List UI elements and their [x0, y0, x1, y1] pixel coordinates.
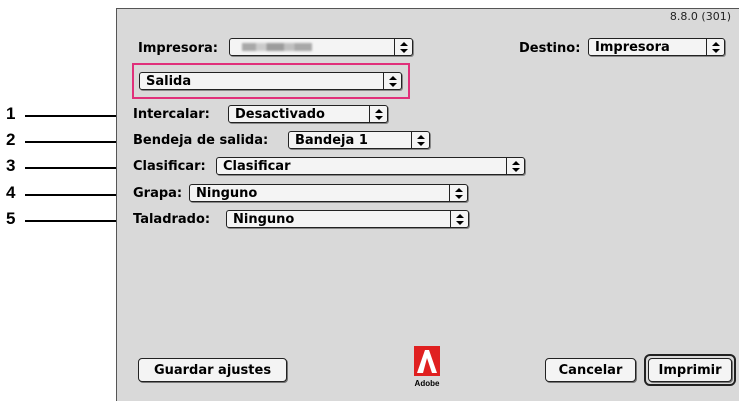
output-tray-label: Bendeja de salida:	[133, 133, 269, 148]
callout-4: 4	[6, 183, 16, 202]
save-settings-button[interactable]: Guardar ajustes	[138, 358, 287, 382]
staple-label: Grapa:	[133, 186, 183, 201]
punch-value: Ninguno	[233, 211, 295, 227]
destination-value: Impresora	[595, 39, 670, 55]
panel-value: Salida	[146, 73, 192, 89]
printer-label: Impresora:	[138, 41, 218, 56]
updown-arrows-icon	[394, 39, 412, 55]
staple-value: Ninguno	[196, 185, 258, 201]
cancel-button[interactable]: Cancelar	[545, 358, 636, 382]
updown-arrows-icon	[383, 73, 401, 89]
adobe-logo-text: Adobe	[415, 379, 440, 388]
sort-value: Clasificar	[223, 158, 291, 174]
destination-label: Destino:	[519, 41, 581, 56]
collate-popup[interactable]: Desactivado	[228, 105, 388, 123]
print-button[interactable]: Imprimir	[648, 358, 732, 382]
updown-arrows-icon	[411, 132, 429, 148]
destination-popup[interactable]: Impresora	[588, 38, 725, 56]
collate-label: Intercalar:	[133, 107, 210, 122]
callout-3: 3	[6, 156, 16, 175]
print-button-ring: Imprimir	[644, 354, 736, 386]
updown-arrows-icon	[706, 39, 724, 55]
sort-label: Clasificar:	[133, 159, 206, 174]
updown-arrows-icon	[450, 211, 468, 227]
printer-value	[230, 40, 394, 55]
updown-arrows-icon	[449, 185, 467, 201]
version-label: 8.8.0 (301)	[669, 10, 731, 23]
callout-1: 1	[6, 104, 16, 123]
staple-popup[interactable]: Ninguno	[189, 184, 468, 202]
printer-popup[interactable]	[229, 38, 413, 56]
sort-popup[interactable]: Clasificar	[216, 157, 525, 175]
punch-popup[interactable]: Ninguno	[226, 210, 469, 228]
redacted-printer-name	[242, 42, 312, 51]
callout-5: 5	[6, 209, 16, 228]
punch-label: Taladrado:	[133, 212, 211, 227]
output-tray-popup[interactable]: Bandeja 1	[288, 131, 430, 149]
panel-popup[interactable]: Salida	[139, 72, 402, 90]
collate-value: Desactivado	[235, 106, 325, 122]
updown-arrows-icon	[506, 158, 524, 174]
output-tray-value: Bandeja 1	[295, 132, 368, 148]
adobe-logo: Adobe	[414, 346, 440, 388]
callout-2: 2	[6, 130, 16, 149]
updown-arrows-icon	[369, 106, 387, 122]
